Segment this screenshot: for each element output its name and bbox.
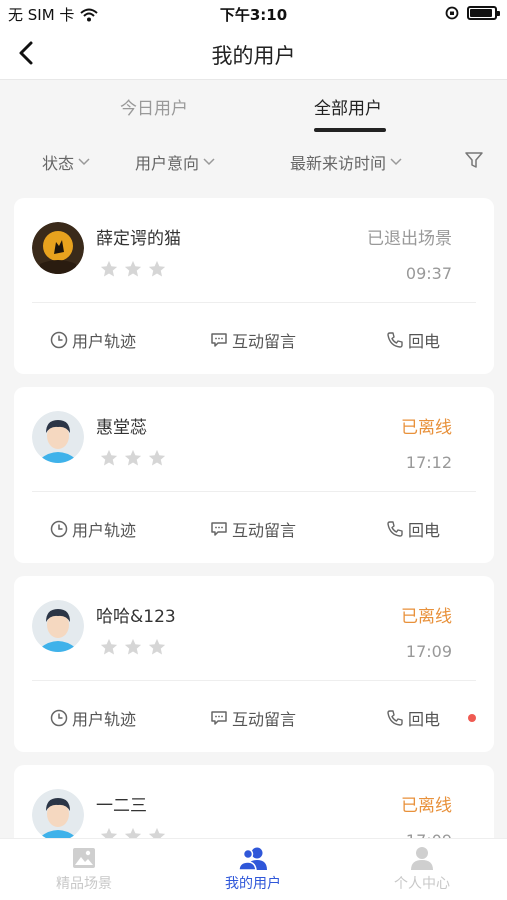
- visit-time: 17:09: [405, 642, 452, 661]
- user-name: 一二三: [96, 796, 147, 816]
- star-icon: [148, 638, 166, 655]
- user-card[interactable]: 哈哈&123 已离线 17:09 用户轨迹 互动留言 回电: [14, 576, 494, 752]
- interactive-message-button[interactable]: 互动留言: [210, 706, 296, 730]
- user-status: 已离线: [401, 607, 452, 627]
- person-avatar-image: [32, 789, 84, 841]
- clock-icon: [50, 331, 68, 349]
- star-icon: [100, 449, 118, 466]
- tab-featured-scenes-label: 精品场景: [56, 876, 112, 892]
- bottom-tab-bar: 精品场景 我的用户 个人中心: [0, 838, 507, 900]
- star-icon: [148, 260, 166, 277]
- callback-button[interactable]: 回电: [386, 328, 440, 352]
- user-status: 已退出场景: [367, 229, 452, 249]
- user-status: 已离线: [401, 796, 452, 816]
- phone-icon: [387, 710, 403, 726]
- rating-stars: [100, 260, 166, 278]
- interactive-message-label: 互动留言: [232, 332, 297, 351]
- active-tab-indicator: [314, 128, 386, 132]
- person-avatar-image: [32, 600, 84, 652]
- card-divider: [32, 302, 476, 303]
- message-icon: [211, 522, 227, 536]
- tab-personal-center[interactable]: 个人中心: [362, 845, 482, 893]
- intent-filter[interactable]: 用户意向: [135, 150, 215, 174]
- tab-my-users-label: 我的用户: [225, 876, 281, 892]
- message-icon: [211, 711, 227, 725]
- intent-filter-label: 用户意向: [135, 154, 200, 173]
- user-track-label: 用户轨迹: [72, 710, 137, 729]
- clock-icon: [50, 709, 68, 727]
- user-status: 已离线: [401, 418, 452, 438]
- interactive-message-label: 互动留言: [232, 710, 297, 729]
- callback-label: 回电: [408, 521, 441, 540]
- filter-bar: 状态 用户意向 最新来访时间: [0, 136, 507, 186]
- callback-label: 回电: [408, 332, 441, 351]
- visit-time: 17:12: [405, 453, 452, 472]
- navigation-bar: 我的用户: [0, 28, 507, 80]
- user-track-button[interactable]: 用户轨迹: [50, 706, 136, 730]
- star-icon: [124, 449, 142, 466]
- status-filter-label: 状态: [42, 154, 75, 173]
- last-visit-filter-label: 最新来访时间: [290, 154, 387, 173]
- star-icon: [148, 449, 166, 466]
- star-icon: [124, 638, 142, 655]
- callback-label: 回电: [408, 710, 441, 729]
- filter-icon[interactable]: [464, 150, 484, 170]
- visit-time: 09:37: [405, 264, 452, 283]
- status-time: 下午3:10: [219, 6, 288, 24]
- interactive-message-button[interactable]: 互动留言: [210, 517, 296, 541]
- chevron-down-icon: [203, 158, 215, 166]
- rating-stars: [100, 638, 166, 656]
- user-name: 惠堂蕊: [96, 418, 147, 438]
- user-card[interactable]: 惠堂蕊 已离线 17:12 用户轨迹 互动留言 回电: [14, 387, 494, 563]
- tab-featured-scenes[interactable]: 精品场景: [24, 845, 144, 893]
- person-icon: [411, 847, 433, 870]
- page-title: 我的用户: [211, 44, 296, 68]
- battery-icon: [467, 6, 500, 20]
- user-name: 薛定谔的猫: [96, 229, 181, 249]
- tab-today-users[interactable]: 今日用户: [120, 94, 188, 119]
- status-bar-right: [445, 6, 500, 20]
- tab-all-users[interactable]: 全部用户: [314, 94, 382, 119]
- chevron-down-icon: [390, 158, 402, 166]
- cat-avatar-image: [32, 222, 84, 274]
- user-tabs: 今日用户 全部用户: [0, 80, 507, 136]
- avatar: [32, 222, 84, 274]
- last-visit-filter[interactable]: 最新来访时间: [290, 150, 402, 174]
- avatar: [32, 600, 84, 652]
- orientation-lock-icon: [445, 6, 459, 20]
- phone-icon: [387, 521, 403, 537]
- users-icon: [238, 847, 267, 871]
- rating-stars: [100, 449, 166, 467]
- tab-personal-center-label: 个人中心: [394, 876, 450, 892]
- callback-button[interactable]: 回电: [386, 517, 440, 541]
- user-track-button[interactable]: 用户轨迹: [50, 517, 136, 541]
- tab-my-users[interactable]: 我的用户: [193, 845, 313, 893]
- card-divider: [32, 680, 476, 681]
- user-name: 哈哈&123: [96, 607, 176, 627]
- person-avatar-image: [32, 411, 84, 463]
- star-icon: [100, 260, 118, 277]
- user-track-label: 用户轨迹: [72, 332, 137, 351]
- card-divider: [32, 491, 476, 492]
- star-icon: [124, 260, 142, 277]
- user-track-button[interactable]: 用户轨迹: [50, 328, 136, 352]
- status-filter[interactable]: 状态: [42, 150, 90, 174]
- unread-indicator: [468, 714, 476, 722]
- user-track-label: 用户轨迹: [72, 521, 137, 540]
- message-icon: [211, 333, 227, 347]
- star-icon: [100, 638, 118, 655]
- chevron-down-icon: [78, 158, 90, 166]
- callback-button[interactable]: 回电: [386, 706, 440, 730]
- avatar: [32, 411, 84, 463]
- phone-icon: [387, 332, 403, 348]
- avatar: [32, 789, 84, 841]
- image-icon: [73, 848, 95, 868]
- user-card[interactable]: 薛定谔的猫 已退出场景 09:37 用户轨迹 互动留言 回电: [14, 198, 494, 374]
- interactive-message-label: 互动留言: [232, 521, 297, 540]
- interactive-message-button[interactable]: 互动留言: [210, 328, 296, 352]
- status-bar: 无 SIM 卡 下午3:10: [0, 0, 507, 28]
- clock-icon: [50, 520, 68, 538]
